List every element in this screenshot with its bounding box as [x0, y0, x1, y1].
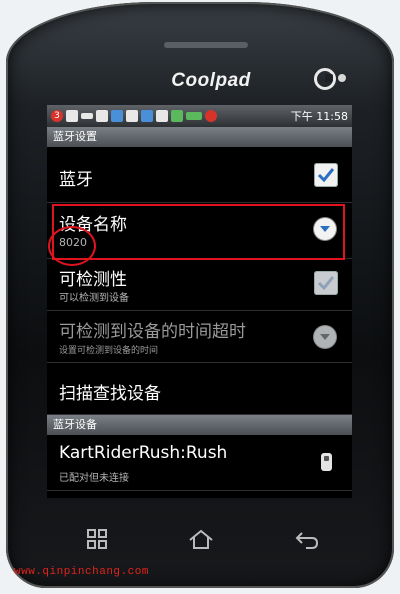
phone-screen: 3 下午 11:58 蓝牙设置 蓝牙 设备名称 8020 可检测性 可以检测到设… [47, 105, 352, 498]
setting-discoverable[interactable]: 可检测性 可以检测到设备 [47, 259, 352, 311]
menu-grid-icon [87, 529, 107, 549]
setting-scan-devices-title: 扫描查找设备 [59, 384, 161, 404]
paired-device-status: 已配对但未连接 [59, 473, 129, 484]
setting-scan-devices[interactable]: 扫描查找设备 [47, 363, 352, 415]
bluetooth-checkbox[interactable] [314, 163, 338, 187]
back-arrow-icon [295, 532, 319, 549]
wifi-icon [156, 110, 168, 122]
setting-bluetooth-title: 蓝牙 [59, 170, 93, 190]
home-button[interactable] [186, 528, 216, 552]
app-notification-icon [111, 110, 123, 122]
menu-button[interactable] [82, 528, 112, 552]
brand-logo: Coolpad [171, 70, 251, 91]
setting-bluetooth[interactable]: 蓝牙 [47, 147, 352, 203]
notification-count-icon: 3 [51, 110, 63, 122]
phone-device-icon [321, 453, 332, 471]
bluetooth-status-icon [141, 110, 153, 122]
checkmark-icon [317, 168, 335, 183]
discoverable-checkbox[interactable] [314, 271, 338, 295]
list-item-paired-device[interactable]: KartRiderRush:Rush 已配对但未连接 [47, 435, 352, 491]
download-icon [96, 110, 108, 122]
timeout-dropdown-icon[interactable] [314, 326, 336, 348]
device-name-dropdown-icon[interactable] [314, 218, 336, 240]
status-bar: 3 下午 11:58 [47, 105, 352, 127]
back-button[interactable] [292, 528, 322, 552]
battery-icon [186, 112, 202, 120]
front-camera-icon [338, 74, 346, 82]
setting-device-name[interactable]: 设备名称 8020 [47, 203, 352, 259]
setting-discoverable-timeout-subtitle: 设置可检测到设备的时间 [59, 346, 159, 356]
alarm-icon [205, 110, 217, 122]
status-time: 下午 11:58 [290, 110, 348, 123]
checkmark-icon [317, 276, 335, 291]
sd-card-icon [126, 110, 138, 122]
signal-icon [171, 110, 183, 122]
setting-discoverable-title: 可检测性 [59, 270, 127, 290]
android-icon [66, 110, 78, 122]
setting-discoverable-subtitle: 可以检测到设备 [59, 293, 129, 304]
watermark-text: www.qinpinchang.com [14, 566, 149, 578]
home-icon [189, 529, 213, 549]
section-header-bluetooth-settings: 蓝牙设置 [47, 127, 352, 147]
setting-device-name-title: 设备名称 [59, 215, 127, 235]
section-header-bluetooth-devices: 蓝牙设备 [47, 415, 352, 435]
usb-icon [81, 113, 93, 119]
carrier-logo-icon [314, 68, 336, 90]
earpiece-speaker [164, 42, 248, 48]
setting-discoverable-timeout-title: 可检测到设备的时间超时 [59, 322, 246, 342]
paired-device-name: KartRiderRush:Rush [59, 443, 228, 463]
setting-discoverable-timeout[interactable]: 可检测到设备的时间超时 设置可检测到设备的时间 [47, 311, 352, 363]
setting-device-name-value: 8020 [59, 236, 87, 249]
